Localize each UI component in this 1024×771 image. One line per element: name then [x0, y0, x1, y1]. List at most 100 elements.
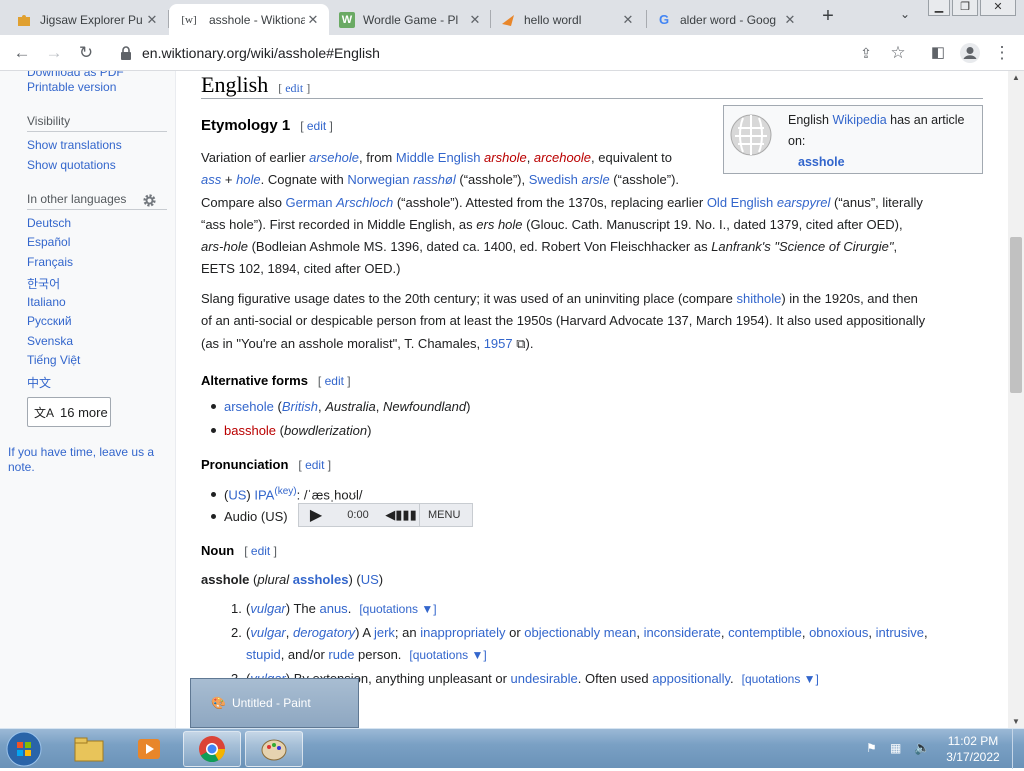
close-icon[interactable]: ✕ — [620, 12, 636, 28]
show-quotations-link[interactable]: Show quotations — [27, 158, 116, 172]
scroll-down-arrow-icon[interactable]: ▼ — [1012, 717, 1020, 726]
restore-button[interactable]: ❐ — [952, 0, 978, 16]
wiki-link[interactable]: ass — [201, 172, 221, 187]
more-languages-button[interactable]: 文A 16 more — [27, 397, 111, 427]
lang-link-espanol[interactable]: Español — [27, 235, 70, 249]
wiki-link[interactable]: inconsiderate — [644, 625, 721, 640]
wikipedia-link[interactable]: Wikipedia — [832, 113, 886, 127]
close-icon[interactable]: ✕ — [467, 12, 483, 28]
wiki-link[interactable]: US — [361, 572, 379, 587]
wiki-link[interactable]: arsehole — [309, 150, 359, 165]
wiki-link[interactable]: IPA — [254, 487, 274, 502]
close-icon[interactable]: ✕ — [782, 12, 798, 28]
network-icon[interactable]: ▦ — [890, 741, 901, 755]
lang-link-korean[interactable]: 한국어 — [27, 275, 60, 292]
volume-icon[interactable]: 🔈 — [914, 740, 930, 756]
forward-arrow-icon[interactable]: → — [42, 41, 66, 65]
wiki-link[interactable]: intrusive — [876, 625, 924, 640]
new-tab-button[interactable]: + — [816, 5, 840, 29]
wiki-link[interactable]: contemptible — [728, 625, 802, 640]
lang-link-svenska[interactable]: Svenska — [27, 334, 73, 348]
wiki-link[interactable]: arshole — [484, 150, 527, 165]
wiki-link[interactable]: derogatory — [293, 625, 355, 640]
edit-link[interactable]: edit — [307, 119, 326, 133]
tab-hello-wordl[interactable]: hello wordl ✕ — [492, 4, 644, 35]
close-icon[interactable]: ✕ — [144, 12, 160, 28]
action-center-flag-icon[interactable]: ⚑ — [866, 741, 877, 755]
share-icon[interactable]: ⇪ — [854, 41, 878, 65]
wiki-link[interactable]: 1957 — [484, 336, 513, 351]
wiki-link[interactable]: arsle — [582, 172, 610, 187]
lang-link-chinese[interactable]: 中文 — [27, 374, 51, 391]
minimize-button[interactable]: ▁ — [928, 0, 950, 16]
audio-player[interactable]: ▶ 0:00 ◀▮▮▮ MENU — [298, 503, 473, 527]
bookmark-star-icon[interactable]: ☆ — [886, 41, 910, 65]
wiki-link[interactable]: objectionably — [524, 625, 600, 640]
quotations-toggle[interactable]: [quotations ▼] — [409, 648, 486, 662]
wiki-link[interactable]: US — [228, 487, 246, 502]
edit-link[interactable]: edit — [251, 544, 270, 558]
wiki-link[interactable]: arsehole — [224, 399, 274, 414]
lang-link-italiano[interactable]: Italiano — [27, 295, 66, 309]
lang-link-deutsch[interactable]: Deutsch — [27, 216, 71, 230]
wiki-link[interactable]: German — [286, 195, 333, 210]
scrollbar-thumb[interactable] — [1010, 237, 1022, 393]
wiki-link[interactable]: appositionally — [652, 671, 730, 686]
start-button[interactable] — [4, 730, 44, 768]
close-window-button[interactable]: ✕ — [980, 0, 1016, 16]
audio-menu-button[interactable]: MENU — [419, 504, 468, 526]
wiki-link[interactable]: Old English — [707, 195, 773, 210]
side-panel-icon[interactable]: ◧ — [926, 41, 950, 65]
wiki-link[interactable]: Norwegian — [347, 172, 409, 187]
taskbar-preview-paint[interactable]: 🎨 Untitled - Paint — [190, 678, 359, 728]
reload-icon[interactable]: ↻ — [74, 41, 98, 65]
quotations-toggle[interactable]: [quotations ▼] — [359, 602, 436, 616]
download-pdf-link[interactable]: Download as PDF — [27, 71, 124, 79]
scroll-up-arrow-icon[interactable]: ▲ — [1012, 73, 1020, 82]
quotations-toggle[interactable]: [quotations ▼] — [742, 672, 819, 686]
wiki-link[interactable]: earspyrel — [777, 195, 830, 210]
wiki-link[interactable]: Arschloch — [336, 195, 393, 210]
feedback-link[interactable]: If you have time, leave us a note. — [8, 445, 170, 475]
play-icon[interactable]: ▶ — [299, 505, 333, 525]
gear-icon[interactable] — [142, 193, 157, 208]
printable-version-link[interactable]: Printable version — [27, 80, 116, 94]
wiki-link[interactable]: undesirable — [511, 671, 578, 686]
wiki-link[interactable]: vulgar — [250, 625, 285, 640]
tab-search-chevron-icon[interactable]: ⌄ — [895, 7, 915, 27]
wiki-link[interactable]: Middle English — [396, 150, 481, 165]
kebab-menu-icon[interactable]: ⋮ — [990, 41, 1014, 65]
wiki-link[interactable]: assholes — [293, 572, 349, 587]
system-clock[interactable]: 11:02 PM 3/17/2022 — [938, 733, 1008, 765]
volume-icon[interactable]: ◀▮▮▮ — [383, 507, 419, 523]
wiki-link[interactable]: mean — [604, 625, 637, 640]
wiki-link[interactable]: vulgar — [250, 601, 285, 616]
show-translations-link[interactable]: Show translations — [27, 138, 122, 152]
tab-wiktionary[interactable]: [w] asshole - Wiktionar ✕ — [169, 4, 329, 35]
taskbar-explorer[interactable] — [60, 731, 118, 767]
lang-link-vietnamese[interactable]: Tiếng Việt — [27, 353, 80, 367]
wiki-link[interactable]: shithole — [737, 291, 782, 306]
lang-link-russian[interactable]: Русский — [27, 314, 72, 328]
wiki-link[interactable]: inappropriately — [420, 625, 505, 640]
edit-link[interactable]: edit — [325, 374, 344, 388]
lang-link-francais[interactable]: Français — [27, 255, 73, 269]
back-arrow-icon[interactable]: ← — [10, 41, 34, 65]
wiki-link[interactable]: obnoxious — [809, 625, 868, 640]
edit-link[interactable]: edit — [305, 458, 324, 472]
edit-link[interactable]: edit — [285, 81, 303, 95]
wiki-link[interactable]: rasshøl — [413, 172, 456, 187]
taskbar-paint[interactable] — [245, 731, 303, 767]
wiki-link[interactable]: hole — [236, 172, 261, 187]
address-bar[interactable]: en.wiktionary.org/wiki/asshole#English — [108, 39, 888, 67]
taskbar-media-player[interactable] — [120, 731, 178, 767]
tab-wordle-game[interactable]: W Wordle Game - Pl ✕ — [331, 4, 491, 35]
tab-jigsaw-explorer[interactable]: Jigsaw Explorer Pu ✕ — [8, 4, 168, 35]
wiki-link[interactable]: jerk — [374, 625, 395, 640]
wiki-link[interactable]: arcehoole — [534, 150, 591, 165]
wiki-link[interactable]: Swedish — [529, 172, 578, 187]
wiki-link[interactable]: anus — [319, 601, 347, 616]
wiki-link[interactable]: rude — [328, 647, 354, 662]
close-icon[interactable]: ✕ — [305, 12, 321, 28]
tab-google-search[interactable]: G alder word - Goog ✕ — [648, 4, 806, 35]
